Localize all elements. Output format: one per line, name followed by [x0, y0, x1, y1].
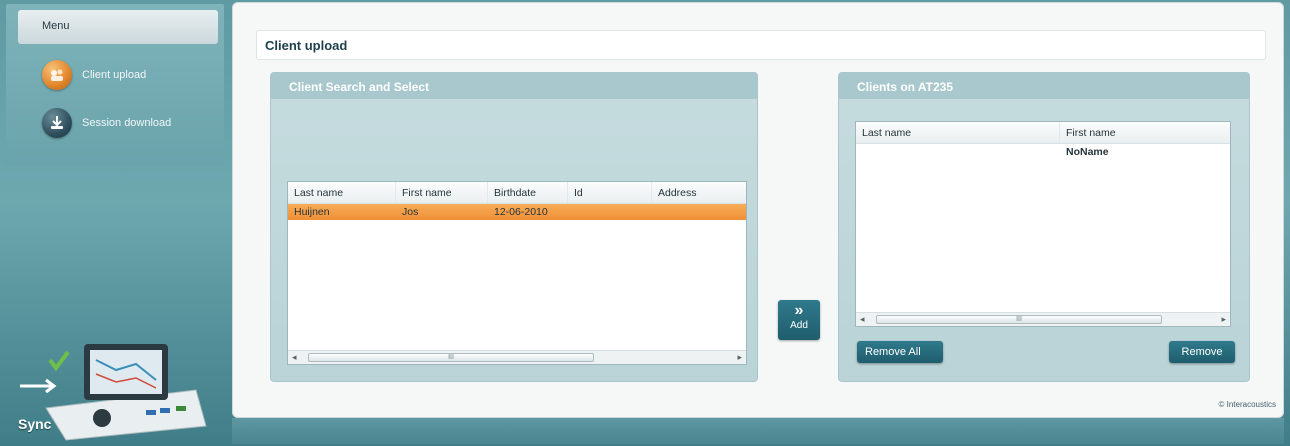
sidebar-item-session-download[interactable]: Session download: [42, 108, 171, 138]
cell-birthdate: 12-06-2010: [494, 206, 548, 218]
scroll-left-icon[interactable]: ◂: [860, 314, 865, 325]
table-row[interactable]: NoName: [856, 144, 1230, 160]
sidebar-item-label: Session download: [82, 117, 172, 129]
add-button[interactable]: » Add: [778, 300, 820, 340]
cell-address: [652, 204, 746, 220]
scroll-right-icon[interactable]: ▸: [1221, 314, 1226, 325]
page-title-box: Client upload: [256, 30, 1266, 60]
footer-bar: [232, 418, 1284, 444]
column-header-last-name[interactable]: Last name: [856, 122, 1060, 143]
scrollbar-thumb[interactable]: III: [876, 315, 1162, 324]
column-header-birthdate[interactable]: Birthdate: [488, 182, 568, 203]
horizontal-scrollbar[interactable]: ◂ III ▸: [288, 350, 746, 364]
table-header: Last name First name: [856, 122, 1230, 144]
column-header-id[interactable]: Id: [568, 182, 652, 203]
scroll-left-icon[interactable]: ◂: [292, 352, 297, 363]
device-illustration: Sync: [6, 330, 224, 442]
sync-label: Sync: [18, 416, 52, 432]
sidebar-item-client-upload[interactable]: Client upload: [42, 60, 146, 90]
double-chevron-right-icon: »: [794, 302, 804, 319]
sidebar-menu-panel: Menu Client upload Session download: [6, 4, 224, 166]
clients-on-device-panel: Clients on AT235 Last name First name No…: [838, 72, 1250, 382]
cell-first-name: Jos: [402, 206, 419, 218]
column-header-first-name[interactable]: First name: [396, 182, 488, 203]
sidebar-item-label: Client upload: [82, 69, 147, 81]
remove-button[interactable]: Remove: [1169, 341, 1235, 363]
client-search-panel-title: Client Search and Select: [271, 73, 757, 99]
client-search-table: Last name First name Birthdate Id Addres…: [287, 181, 747, 365]
table-row[interactable]: Huijnen Jos 12-06-2010: [288, 204, 746, 220]
table-header: Last name First name Birthdate Id Addres…: [288, 182, 746, 204]
download-icon: [42, 108, 72, 138]
clients-on-device-panel-title: Clients on AT235: [839, 73, 1249, 99]
cell-first-name: NoName: [1066, 146, 1109, 158]
menu-header: Menu: [18, 10, 218, 44]
copyright-text: © Interacoustics: [1218, 400, 1276, 409]
cell-last-name: Huijnen: [294, 206, 330, 218]
upload-icon: [42, 60, 72, 90]
horizontal-scrollbar[interactable]: ◂ III ▸: [856, 312, 1230, 326]
cell-last-name: [856, 144, 1060, 160]
add-button-label: Add: [790, 320, 808, 331]
scroll-right-icon[interactable]: ▸: [737, 352, 742, 363]
column-header-last-name[interactable]: Last name: [288, 182, 396, 203]
clients-on-device-table: Last name First name NoName ◂ III ▸: [855, 121, 1231, 327]
page-title: Client upload: [265, 38, 348, 53]
cell-id: [568, 204, 652, 220]
scrollbar-thumb[interactable]: III: [308, 353, 594, 362]
main-panel: Client upload Client Search and Select L…: [232, 2, 1284, 418]
column-header-first-name[interactable]: First name: [1060, 122, 1230, 143]
remove-all-button[interactable]: Remove All: [857, 341, 943, 363]
client-search-panel: Client Search and Select Last name First…: [270, 72, 758, 382]
sidebar: Menu Client upload Session download Sync: [0, 0, 228, 446]
column-header-address[interactable]: Address: [652, 182, 746, 203]
